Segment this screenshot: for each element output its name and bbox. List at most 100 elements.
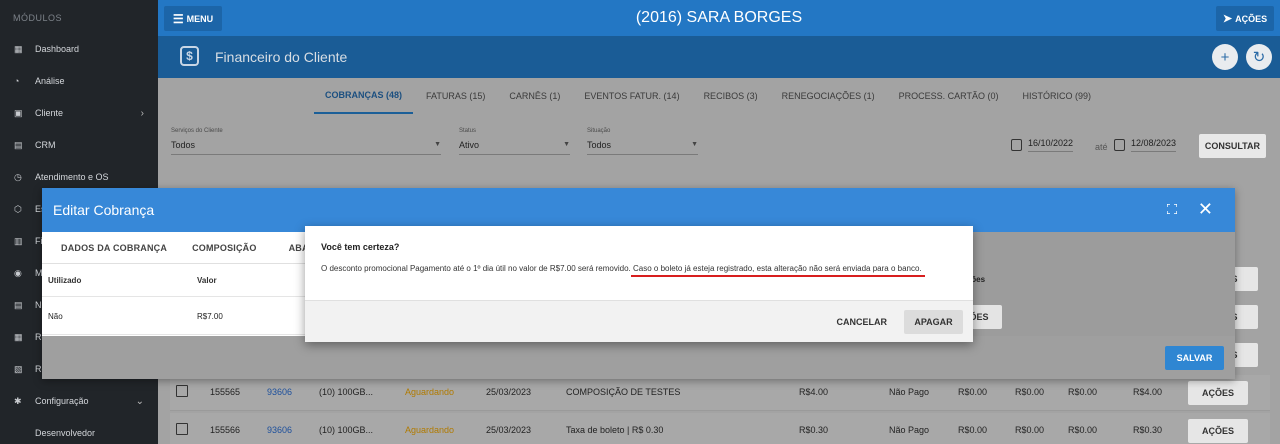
cell-utilizado: Não: [48, 312, 63, 321]
sidebar-item[interactable]: ▣ Cliente ›: [0, 97, 158, 129]
situacao-filter[interactable]: Situação Todos ▼: [587, 128, 698, 155]
cell-v1: R$0.00: [958, 387, 988, 397]
sidebar-item-label: Atendimento e OS: [35, 172, 109, 182]
tab-item[interactable]: RECIBOS (3): [693, 78, 769, 114]
table-row: 155566 93606 (10) 100GB... Aguardando 25/03/…: [170, 413, 1270, 444]
cancel-button[interactable]: CANCELAR: [829, 310, 896, 334]
top-bar: ☰ MENU (2016) SARA BORGES ➤ AÇÕES: [158, 0, 1280, 36]
salvar-button[interactable]: SALVAR: [1165, 346, 1224, 370]
row-acoes-button[interactable]: AÇÕES: [1188, 381, 1248, 405]
dialog-footer: SALVAR: [42, 336, 1235, 379]
calendar-icon: [1114, 139, 1125, 151]
top-acoes-button[interactable]: ➤ AÇÕES: [1216, 6, 1274, 31]
cell-id: 155566: [210, 425, 241, 435]
tab-item[interactable]: FATURAS (15): [415, 78, 496, 114]
date-to-value: 12/08/2023: [1131, 138, 1177, 152]
status-filter-value: Ativo: [459, 140, 480, 150]
sidebar-item-label: Configuração: [35, 396, 89, 406]
refresh-button[interactable]: ↻: [1246, 44, 1272, 70]
dialog-tab[interactable]: DADOS DA COBRANÇA: [42, 232, 180, 263]
finance-icon: ▥: [14, 235, 23, 246]
chevron-icon: ⌄: [135, 395, 144, 407]
date-from-field[interactable]: 16/10/2022: [1011, 138, 1074, 152]
situacao-filter-value: Todos: [587, 140, 612, 150]
caret-down-icon: ▼: [434, 141, 441, 148]
client-icon: ▣: [14, 107, 23, 118]
cell-date: 25/03/2023: [486, 425, 532, 435]
sidebar-item-label: CRM: [35, 140, 56, 150]
tab-item[interactable]: PROCESS. CARTÃO (0): [888, 78, 1010, 114]
sidebar-item[interactable]: ◔ Análise: [0, 65, 158, 97]
sidebar-item-label: Dashboard: [35, 44, 80, 54]
sidebar-item[interactable]: ✱ Configuração ⌄: [0, 385, 158, 417]
sidebar-item[interactable]: ▤ CRM: [0, 129, 158, 161]
cell-v2: R$0.00: [1015, 387, 1045, 397]
cell-v3: R$0.00: [1068, 387, 1098, 397]
fullscreen-icon[interactable]: [1167, 204, 1177, 214]
page-title: Financeiro do Cliente: [215, 49, 348, 65]
services-filter-label: Serviços do Cliente: [171, 128, 223, 134]
cell-v3: R$0.00: [1068, 425, 1098, 435]
cell-status: Aguardando: [405, 425, 455, 435]
page-header: $ Financeiro do Cliente + ↻: [158, 36, 1280, 78]
cell-service: (10) 100GB...: [319, 425, 374, 435]
row-acoes-button[interactable]: AÇÕES: [1188, 419, 1248, 443]
cell-paid: Não Pago: [889, 425, 930, 435]
cell-link[interactable]: 93606: [267, 425, 292, 435]
cell-value: R$0.30: [799, 425, 829, 435]
cell-total: R$4.00: [1133, 387, 1163, 397]
report-icon: ▧: [14, 363, 23, 374]
caret-down-icon: ▼: [563, 141, 570, 148]
confirm-message: O desconto promocional Pagamento até o 1…: [321, 264, 922, 273]
confirm-message-text: O desconto promocional Pagamento até o 1…: [321, 264, 633, 273]
cell-desc: Taxa de boleto | R$ 0.30: [566, 425, 664, 435]
plus-icon: +: [1220, 48, 1230, 66]
map-icon: ◉: [14, 267, 22, 278]
apagar-button[interactable]: APAGAR: [904, 310, 963, 334]
sidebar-item-label: Análise: [35, 76, 65, 86]
cell-v1: R$0.00: [958, 425, 988, 435]
refresh-icon: ↻: [1252, 49, 1266, 66]
sidebar-item[interactable]: Desenvolvedor: [0, 417, 158, 444]
cell-valor: R$7.00: [197, 312, 223, 321]
sidebar-section-title: MÓDULOS: [13, 13, 63, 23]
services-filter-value: Todos: [171, 140, 196, 150]
tab-item[interactable]: RENEGOCIAÇÕES (1): [771, 78, 886, 114]
tab-item[interactable]: CARNÊS (1): [498, 78, 571, 114]
cell-paid: Não Pago: [889, 387, 930, 397]
cell-link[interactable]: 93606: [267, 387, 292, 397]
situacao-filter-label: Situação: [587, 128, 611, 134]
date-from-value: 16/10/2022: [1028, 138, 1074, 152]
send-icon: ➤: [1222, 13, 1233, 25]
tab-bar: COBRANÇAS (48) FATURAS (15) CARNÊS (1) EVEN…: [314, 78, 1104, 114]
confirm-dialog: Você tem certeza? O desconto promocional…: [305, 226, 973, 342]
server-icon: ▦: [14, 331, 23, 342]
cell-v2: R$0.00: [1015, 425, 1045, 435]
caret-down-icon: ▼: [691, 141, 698, 148]
row-checkbox[interactable]: [176, 423, 188, 435]
sidebar-item-label: N: [35, 300, 42, 310]
client-name: (2016) SARA BORGES: [635, 9, 803, 26]
row-checkbox[interactable]: [176, 385, 188, 397]
acoes-label: AÇÕES: [1235, 13, 1268, 24]
tab-item[interactable]: HISTÓRICO (99): [1011, 78, 1102, 114]
calendar-icon: [1011, 139, 1022, 151]
confirm-footer: CANCELAR APAGAR: [305, 300, 973, 342]
date-to-field[interactable]: 12/08/2023: [1114, 138, 1177, 152]
consultar-button[interactable]: CONSULTAR: [1198, 134, 1266, 158]
sidebar-item[interactable]: ▦ Dashboard: [0, 33, 158, 65]
cell-id: 155565: [210, 387, 241, 397]
dialog-tab[interactable]: COMPOSIÇÃO: [180, 232, 270, 263]
tab-item[interactable]: EVENTOS FATUR. (14): [573, 78, 690, 114]
cell-value: R$4.00: [799, 387, 829, 397]
services-filter[interactable]: Serviços do Cliente Todos ▼: [171, 128, 441, 155]
doc-icon: ▤: [14, 299, 23, 310]
chevron-icon: ›: [140, 107, 144, 119]
headset-icon: ◷: [14, 171, 22, 182]
tab-item[interactable]: COBRANÇAS (48): [314, 78, 414, 114]
add-button[interactable]: +: [1212, 44, 1238, 70]
status-filter[interactable]: Status Ativo ▼: [459, 128, 570, 155]
header-valor: Valor: [197, 276, 217, 285]
close-icon[interactable]: ✕: [1198, 200, 1213, 218]
table-row: 155565 93606 (10) 100GB... Aguardando 25/03/…: [170, 375, 1270, 411]
